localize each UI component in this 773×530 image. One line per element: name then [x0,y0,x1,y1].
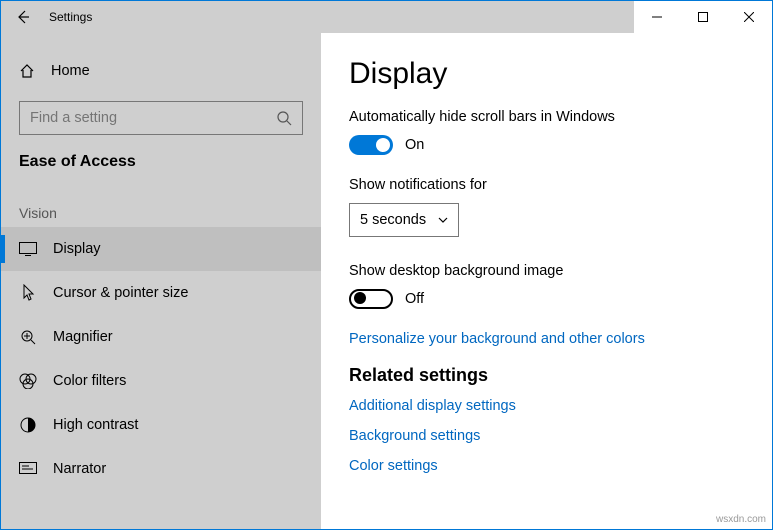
page-title: Display [349,57,744,91]
sidebar-item-cursor[interactable]: Cursor & pointer size [1,271,321,315]
high-contrast-icon [19,416,37,434]
desktop-bg-label: Show desktop background image [349,263,744,279]
minimize-icon [652,12,662,22]
desktop-bg-toggle[interactable] [349,289,393,309]
auto-hide-label: Automatically hide scroll bars in Window… [349,109,744,125]
sidebar-item-label: Display [53,241,101,257]
search-input[interactable] [30,110,266,126]
sidebar-item-label: Color filters [53,373,126,389]
auto-hide-state: On [405,137,424,153]
notifications-value: 5 seconds [360,212,426,228]
related-heading: Related settings [349,365,744,386]
minimize-button[interactable] [634,1,680,33]
sidebar-item-display[interactable]: Display [1,227,321,271]
close-button[interactable] [726,1,772,33]
magnifier-icon [19,328,37,346]
display-icon [19,240,37,258]
color-filters-icon [19,372,37,390]
related-link-color[interactable]: Color settings [349,458,744,474]
sidebar-item-narrator[interactable]: Narrator [1,447,321,491]
search-box[interactable] [19,101,303,135]
sidebar-item-label: High contrast [53,417,138,433]
close-icon [744,12,754,22]
sidebar-item-label: Cursor & pointer size [53,285,188,301]
main-content: Display Automatically hide scroll bars i… [321,33,772,529]
home-label: Home [51,63,90,79]
sidebar-item-color-filters[interactable]: Color filters [1,359,321,403]
window-controls [634,1,772,33]
sidebar: Home Ease of Access Vision Display Curso… [1,33,321,529]
sidebar-item-label: Magnifier [53,329,113,345]
home-nav[interactable]: Home [1,51,321,91]
notifications-label: Show notifications for [349,177,744,193]
maximize-icon [698,12,708,22]
chevron-down-icon [438,217,448,223]
cursor-icon [19,284,37,302]
personalize-link[interactable]: Personalize your background and other co… [349,331,744,347]
titlebar: Settings [1,1,772,33]
maximize-button[interactable] [680,1,726,33]
notifications-select[interactable]: 5 seconds [349,203,459,237]
window-title: Settings [45,10,92,24]
sidebar-item-high-contrast[interactable]: High contrast [1,403,321,447]
sidebar-item-magnifier[interactable]: Magnifier [1,315,321,359]
desktop-bg-state: Off [405,291,424,307]
search-icon [276,110,292,126]
related-link-display[interactable]: Additional display settings [349,398,744,414]
auto-hide-toggle[interactable] [349,135,393,155]
home-icon [19,63,35,79]
back-button[interactable] [1,1,45,33]
narrator-icon [19,460,37,478]
sidebar-item-label: Narrator [53,461,106,477]
category-heading: Ease of Access [1,135,321,171]
group-label: Vision [1,171,321,227]
watermark: wsxdn.com [716,514,766,525]
arrow-left-icon [15,9,31,25]
related-link-background[interactable]: Background settings [349,428,744,444]
